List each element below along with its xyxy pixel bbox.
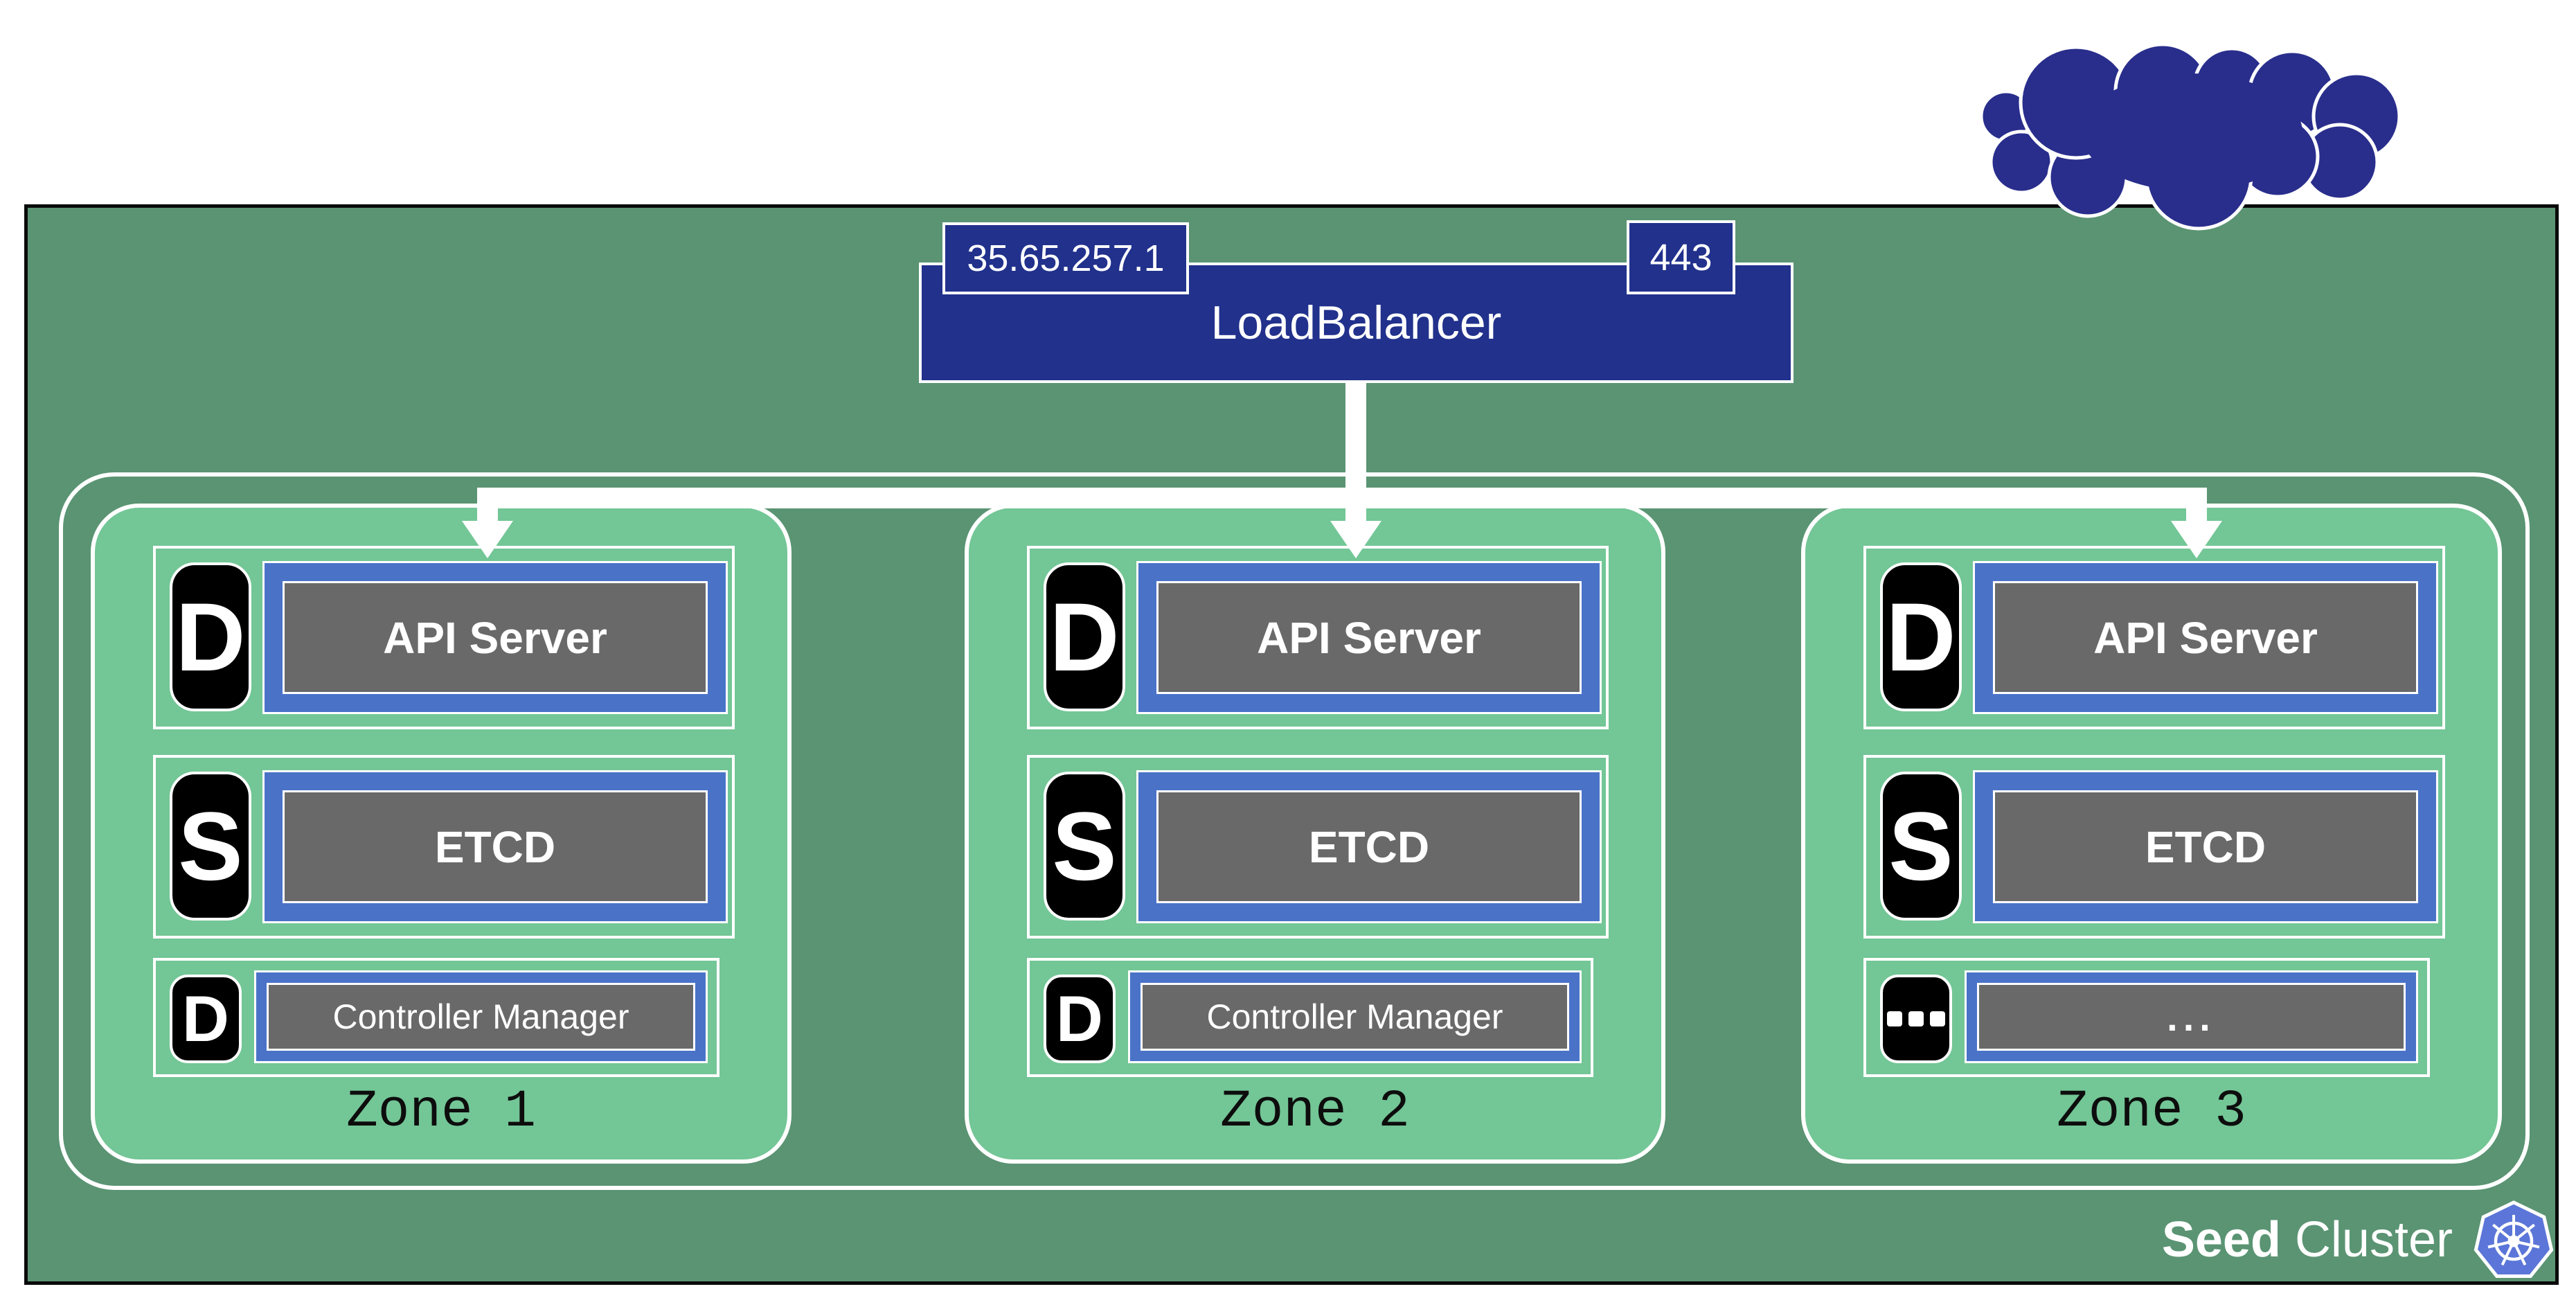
loadbalancer-ip-tag: 35.65.257.1 [942, 222, 1189, 294]
cloud-icon [1977, 4, 2410, 236]
etcd-row: S ETCD [1863, 755, 2445, 939]
api-server-label: API Server [383, 612, 607, 664]
api-server-plate: API Server [1993, 581, 2418, 694]
badge-letter: D [1056, 981, 1103, 1056]
etcd-plate: ETCD [1993, 790, 2418, 903]
etcd-box: ETCD [1136, 770, 1602, 923]
api-server-plate: API Server [283, 581, 708, 694]
more-workloads-box: ... [1965, 970, 2418, 1063]
more-workloads-row: ... [1863, 958, 2430, 1077]
controller-manager-box: Controller Manager [254, 970, 708, 1063]
controller-manager-row: D Controller Manager [153, 958, 719, 1077]
controller-manager-box: Controller Manager [1128, 970, 1582, 1063]
cluster-word: Cluster [2295, 1212, 2453, 1268]
api-server-box: API Server [262, 561, 728, 714]
badge-letter: D [182, 981, 229, 1056]
badge-letter: D [175, 581, 245, 693]
badge-letter: S [178, 790, 242, 903]
seed-cluster-caption: Seed Cluster [2162, 1197, 2555, 1283]
api-server-row: D API Server [1863, 546, 2445, 729]
etcd-label: ETCD [435, 821, 555, 873]
architecture-diagram: D API Server S ETCD D Controller Manager… [0, 0, 2576, 1307]
seed-word: Seed [2162, 1212, 2281, 1268]
etcd-row: S ETCD [153, 755, 735, 939]
etcd-box: ETCD [262, 770, 728, 923]
zone-3: D API Server S ETCD ... Zone 3 [1801, 504, 2502, 1164]
badge-letter: D [1886, 581, 1956, 693]
kubernetes-icon [2472, 1198, 2555, 1281]
zone-2: D API Server S ETCD D Controller Manager… [965, 504, 1665, 1164]
more-workloads-plate: ... [1977, 983, 2406, 1051]
deployment-badge: D [170, 562, 251, 711]
badge-letter: S [1052, 790, 1116, 903]
badge-letter: S [1888, 790, 1953, 903]
api-server-plate: API Server [1156, 581, 1582, 694]
api-server-row: D API Server [1027, 546, 1609, 729]
etcd-box: ETCD [1973, 770, 2438, 923]
controller-manager-plate: Controller Manager [267, 983, 695, 1051]
controller-manager-plate: Controller Manager [1141, 983, 1569, 1051]
statefulset-badge: S [1044, 772, 1125, 921]
loadbalancer-port-tag: 443 [1627, 220, 1735, 294]
controller-manager-row: D Controller Manager [1027, 958, 1593, 1077]
api-server-box: API Server [1136, 561, 1602, 714]
deployment-badge: D [1044, 975, 1116, 1063]
api-server-label: API Server [2093, 612, 2318, 664]
api-server-box: API Server [1973, 561, 2438, 714]
deployment-badge: D [1880, 562, 1962, 711]
api-server-row: D API Server [153, 546, 735, 729]
loadbalancer-label: LoadBalancer [1211, 296, 1502, 350]
badge-letter: D [1049, 581, 1119, 693]
etcd-label: ETCD [1309, 821, 1429, 873]
loadbalancer-port: 443 [1649, 236, 1712, 279]
zone-1: D API Server S ETCD D Controller Manager… [91, 504, 791, 1164]
controller-manager-label: Controller Manager [333, 997, 629, 1037]
loadbalancer-ip: 35.65.257.1 [967, 237, 1164, 280]
zone-2-label: Zone 2 [969, 1082, 1661, 1141]
deployment-badge: D [170, 975, 242, 1063]
deployment-badge: D [1044, 562, 1125, 711]
ellipsis-label: ... [2167, 995, 2216, 1040]
etcd-row: S ETCD [1027, 755, 1609, 939]
statefulset-badge: S [1880, 772, 1962, 921]
api-server-label: API Server [1257, 612, 1481, 664]
etcd-label: ETCD [2145, 821, 2266, 873]
statefulset-badge: S [170, 772, 251, 921]
controller-manager-label: Controller Manager [1207, 997, 1503, 1037]
seed-cluster-title: Seed Cluster [2162, 1211, 2453, 1268]
etcd-plate: ETCD [1156, 790, 1582, 903]
zone-1-label: Zone 1 [95, 1082, 787, 1141]
ellipsis-badge-icon [1880, 975, 1952, 1063]
zone-3-label: Zone 3 [1805, 1082, 2498, 1141]
etcd-plate: ETCD [283, 790, 708, 903]
